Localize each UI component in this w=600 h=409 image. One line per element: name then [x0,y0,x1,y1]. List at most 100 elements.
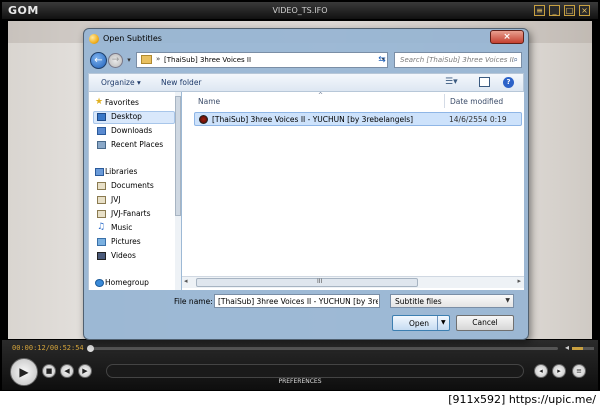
nav-label: Documents [111,181,154,190]
breadcrumb-path[interactable]: [ThaiSub] 3hree Voices II [164,56,251,64]
stop-button[interactable]: ■ [42,364,56,378]
libraries-icon [95,168,104,176]
rewind-button[interactable]: ◂ [534,364,548,378]
scroll-left-icon[interactable]: ◂ [184,277,188,285]
volume-icon[interactable]: ◂ [565,343,569,352]
volume-level [572,347,583,350]
open-split-divider [437,316,438,330]
next-icon: ▶ [82,367,88,375]
file-name-value: [ThaiSub] 3hree Voices II - YUCHUN [by 3… [218,297,378,306]
track-display [106,364,524,378]
dialog-titlebar: Open Subtitles × [84,29,528,49]
upload-footer: [911x592] https://upic.me/ [0,391,600,409]
organize-menu[interactable]: Organize ▾ [101,78,141,87]
search-input[interactable]: Search [ThaiSub] 3hree Voices II ⌕ [394,52,522,68]
scroll-grip: III [317,278,323,285]
play-icon: ▶ [19,365,29,379]
preview-pane-button[interactable] [479,77,490,87]
music-icon: ♫ [97,222,106,232]
sort-indicator-icon: ^ [318,92,324,99]
player-controls: 00:00:12/00:52:54 ◂ ▶ ■ ◀ ▶ ◂ ▸ ≡ PREFER… [2,340,598,390]
recent-places-icon [97,141,106,149]
nav-label: Recent Places [111,140,164,149]
column-header-name[interactable]: Name [198,97,220,106]
gom-app-icon [89,34,99,44]
desktop-icon [97,113,106,121]
file-name-input[interactable]: [ThaiSub] 3hree Voices II - YUCHUN [by 3… [214,294,380,308]
next-button[interactable]: ▶ [78,364,92,378]
homegroup-icon [95,279,104,287]
change-view-button[interactable]: ☰▾ [445,77,458,87]
breadcrumb-separator[interactable]: » [156,55,160,63]
scroll-right-icon[interactable]: ▸ [517,277,521,285]
dialog-toolbar: Organize ▾ New folder ☰▾ ? [88,73,524,92]
player-window-title: VIDEO_TS.IFO [272,6,328,15]
column-divider[interactable] [444,94,445,108]
navigation-pane: ★ Favorites Desktop Downloads Recent Pla… [88,92,181,290]
volume-slider[interactable] [572,347,594,350]
library-folder-icon [97,196,106,204]
seek-thumb[interactable] [86,345,94,352]
nav-label: Desktop [111,112,142,121]
menu-button[interactable]: ≡ [534,5,545,16]
column-header-date-modified[interactable]: Date modified [450,97,503,106]
close-button[interactable]: × [579,5,590,16]
forward-button[interactable]: ▸ [552,364,566,378]
time-display: 00:00:12/00:52:54 [12,344,84,352]
file-type-value: Subtitle files [395,297,442,306]
open-subtitles-dialog: Open Subtitles × ← → ▾ » [ThaiSub] 3hree… [83,28,529,340]
dialog-footer: File name: [ThaiSub] 3hree Voices II - Y… [88,291,524,337]
refresh-button[interactable]: ⇆ [374,53,390,67]
open-label: Open [409,319,430,328]
videos-icon [97,252,106,260]
dialog-close-button[interactable]: × [490,30,524,44]
nav-label: Pictures [111,237,141,246]
nav-label: Libraries [105,167,138,176]
preferences-button[interactable]: PREFERENCES [2,378,598,385]
forward-nav-button[interactable]: → [108,53,123,68]
help-button[interactable]: ? [503,77,514,88]
stop-icon: ■ [45,367,53,375]
preferences-label: PREFERENCES [278,378,322,385]
maximize-button[interactable]: □ [564,5,575,16]
file-name-label: File name: [174,297,213,306]
cancel-label: Cancel [472,318,498,327]
file-row[interactable]: [ThaiSub] 3hree Voices II - YUCHUN [by 3… [194,112,522,126]
search-placeholder: Search [ThaiSub] 3hree Voices II [400,56,514,64]
previous-button[interactable]: ◀ [60,364,74,378]
recent-locations-dropdown[interactable]: ▾ [125,54,133,66]
subtitle-file-icon [199,115,208,124]
open-button[interactable]: Open ▼ [392,315,450,331]
nav-label: Favorites [105,98,139,107]
nav-label: Videos [111,251,136,260]
nav-label: Downloads [111,126,153,135]
dialog-title: Open Subtitles [103,34,162,43]
address-bar[interactable]: » [ThaiSub] 3hree Voices II ▾ [136,52,388,68]
folder-icon [141,55,152,64]
back-button[interactable]: ← [90,52,107,69]
star-icon: ★ [95,97,104,107]
cancel-button[interactable]: Cancel [456,315,514,331]
documents-icon [97,182,106,190]
horizontal-scrollbar[interactable]: ◂ III ▸ [182,276,524,288]
address-bar-row: ← → ▾ » [ThaiSub] 3hree Voices II ▾ ⇆ Se… [88,51,524,71]
file-type-select[interactable]: Subtitle files ▼ [390,294,514,308]
player-titlebar: GOM VIDEO_TS.IFO ≡ _ □ × [2,2,598,20]
nav-label: JVJ [111,195,121,204]
nav-scroll-thumb[interactable] [175,96,181,216]
horizontal-scroll-thumb[interactable]: III [196,278,418,287]
file-list-pane: ^ Name Date modified [ThaiSub] 3hree Voi… [182,92,524,290]
nav-label: JVJ-Fanarts [111,209,151,218]
minimize-button[interactable]: _ [549,5,560,16]
pictures-icon [97,238,106,246]
library-folder-icon [97,210,106,218]
nav-label: Homegroup [105,278,149,287]
chevron-down-icon: ▼ [505,297,510,304]
nav-label: Music [111,223,133,232]
new-folder-button[interactable]: New folder [161,78,202,87]
rewind-icon: ◂ [539,367,543,375]
playlist-button[interactable]: ≡ [572,364,586,378]
open-dropdown-icon[interactable]: ▼ [441,319,446,326]
search-icon[interactable]: ⌕ [514,55,518,65]
seek-bar[interactable] [86,345,558,352]
